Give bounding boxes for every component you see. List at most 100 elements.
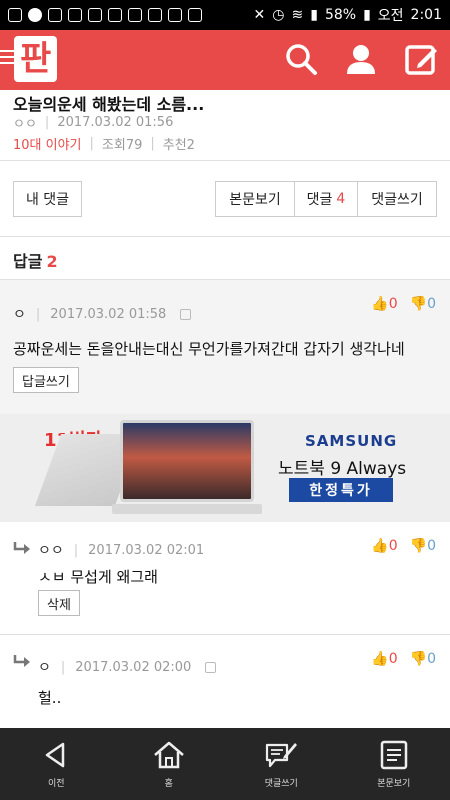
nav-write-comment-label: 댓글쓰기 bbox=[264, 778, 298, 789]
lock-icon bbox=[205, 661, 217, 673]
downvote-count: 0 bbox=[427, 296, 436, 312]
pann-notification-icon bbox=[148, 8, 162, 22]
nav-write-comment[interactable]: 댓글쓰기 bbox=[225, 728, 338, 800]
divider bbox=[0, 160, 450, 161]
downvote-button[interactable]: 👎0 bbox=[410, 651, 436, 667]
reply-item: ㅇ | 2017.03.02 02:00 👍0 👎0 헐.. bbox=[0, 635, 450, 728]
battery-icon: ▮ bbox=[363, 7, 371, 23]
separator: | bbox=[73, 542, 79, 558]
reply-date: 2017.03.02 02:00 bbox=[75, 659, 192, 675]
pann-notification-icon bbox=[188, 8, 202, 22]
separator: | bbox=[60, 659, 66, 675]
reply-author: ㅇㅇ bbox=[38, 543, 64, 559]
nav-back-label: 이전 bbox=[47, 778, 65, 789]
upvote-count: 0 bbox=[388, 538, 398, 554]
laptop-base bbox=[112, 504, 262, 514]
upvote-button[interactable]: 👍0 bbox=[371, 538, 397, 554]
pann-notification-icon bbox=[168, 8, 182, 22]
downvote-count: 0 bbox=[427, 651, 436, 667]
reply-date: 2017.03.02 02:01 bbox=[88, 542, 205, 558]
write-comment-button[interactable]: 댓글쓰기 bbox=[357, 181, 437, 217]
comments-count: 4 bbox=[336, 191, 346, 207]
laptop-image bbox=[120, 420, 254, 502]
upvote-count: 0 bbox=[388, 296, 398, 312]
downvote-button[interactable]: 👎0 bbox=[410, 296, 436, 312]
write-icon[interactable] bbox=[404, 42, 438, 76]
reply-item: ㅇㅇ | 2017.03.02 02:01 👍0 👎0 ㅅㅂ 무섭게 왜그래 삭… bbox=[0, 522, 450, 634]
divider bbox=[0, 236, 450, 237]
comment-date: 2017.03.02 01:58 bbox=[50, 306, 167, 322]
downvote-button[interactable]: 👎0 bbox=[410, 538, 436, 554]
ad-brand: SAMSUNG bbox=[305, 432, 398, 450]
image-icon bbox=[128, 8, 142, 22]
article-title[interactable]: 오늘의운세 해봤는데 소름... bbox=[13, 91, 204, 115]
article-category[interactable]: 10대 이야기 bbox=[13, 134, 82, 153]
wifi-icon: ≋ bbox=[291, 7, 304, 23]
article-author: ㅇㅇ bbox=[13, 117, 37, 132]
reply-text: ㅅㅂ 무섭게 왜그래 bbox=[38, 568, 158, 586]
comment-author: ㅇ bbox=[13, 307, 26, 323]
status-bar: ✕ ◷ ≋ ▮ 58% ▮ 오전 2:01 bbox=[0, 0, 450, 30]
reply-arrow-icon bbox=[13, 655, 30, 667]
main-comment: ㅇ | 2017.03.02 01:58 👍0 👎0 공짜운세는 돈을안내는대신… bbox=[0, 280, 450, 414]
pann-notification-icon bbox=[88, 8, 102, 22]
article-stats: 10대 이야기 | 조회79 | 추천2 bbox=[13, 134, 195, 153]
lock-icon bbox=[180, 308, 192, 320]
comments-button[interactable]: 댓글 4 bbox=[294, 181, 358, 217]
notification-icon bbox=[28, 8, 42, 22]
reply-write-button[interactable]: 답글쓰기 bbox=[13, 367, 79, 393]
nav-home[interactable]: 홈 bbox=[113, 728, 226, 800]
upvote-button[interactable]: 👍0 bbox=[371, 296, 397, 312]
clock: 2:01 bbox=[410, 7, 442, 23]
article-views: 조회79 bbox=[101, 138, 143, 153]
pann-notification-icon bbox=[68, 8, 82, 22]
comment-write-icon bbox=[266, 742, 298, 767]
delete-button[interactable]: 삭제 bbox=[38, 590, 80, 616]
pann-notification-icon bbox=[108, 8, 122, 22]
back-icon bbox=[46, 742, 65, 767]
signal-icon: ▮ bbox=[310, 7, 318, 23]
ad-product: 노트북 9 Always bbox=[278, 459, 407, 479]
time-period: 오전 bbox=[377, 8, 404, 24]
upvote-count: 0 bbox=[388, 651, 398, 667]
menu-icon[interactable] bbox=[0, 50, 14, 66]
alarm-icon: ◷ bbox=[272, 7, 285, 23]
home-icon bbox=[153, 741, 184, 768]
logo[interactable]: 판 bbox=[14, 36, 58, 82]
my-comments-button[interactable]: 내 댓글 bbox=[13, 181, 82, 217]
reply-author: ㅇ bbox=[38, 660, 51, 676]
separator: | bbox=[35, 306, 41, 322]
downvote-count: 0 bbox=[427, 538, 436, 554]
separator: | bbox=[44, 115, 50, 130]
replies-heading: 답글 2 bbox=[13, 248, 58, 272]
search-icon[interactable] bbox=[284, 42, 318, 76]
nav-view-post[interactable]: 본문보기 bbox=[338, 728, 450, 800]
app-icon bbox=[48, 8, 62, 22]
app-header: 판 bbox=[0, 30, 450, 90]
battery-percent: 58% bbox=[324, 7, 357, 23]
separator: | bbox=[89, 136, 94, 151]
mute-icon: ✕ bbox=[253, 7, 266, 23]
message-icon bbox=[8, 8, 22, 22]
comments-label: 댓글 bbox=[306, 192, 333, 208]
separator: | bbox=[150, 136, 155, 151]
article-recommend: 추천2 bbox=[162, 138, 195, 153]
document-icon bbox=[380, 740, 407, 769]
advertisement-banner[interactable]: 11번가 SAMSUNG 노트북 9 Always 한정특가 bbox=[0, 414, 450, 522]
article-meta: ㅇㅇ | 2017.03.02 01:56 bbox=[13, 113, 173, 132]
bottom-navigation: 이전 홈 댓글쓰기 본문보기 bbox=[0, 728, 450, 800]
comment-text: 공짜운세는 돈을안내는대신 무언가를가져간대 갑자기 생각나네 bbox=[13, 340, 405, 358]
reply-text: 헐.. bbox=[38, 689, 62, 707]
nav-view-post-label: 본문보기 bbox=[377, 778, 411, 789]
reply-arrow-icon bbox=[13, 542, 30, 554]
nav-home-label: 홈 bbox=[164, 778, 173, 789]
nav-back[interactable]: 이전 bbox=[0, 728, 113, 800]
view-post-button[interactable]: 본문보기 bbox=[215, 181, 295, 217]
ad-sale-button[interactable]: 한정특가 bbox=[289, 478, 393, 502]
upvote-button[interactable]: 👍0 bbox=[371, 651, 397, 667]
replies-count: 2 bbox=[46, 252, 58, 271]
user-icon[interactable] bbox=[344, 42, 378, 76]
article-date: 2017.03.02 01:56 bbox=[57, 115, 174, 130]
replies-label: 답글 bbox=[13, 252, 43, 271]
page: ✕ ◷ ≋ ▮ 58% ▮ 오전 2:01 판 오늘의운세 해봤는데 소름...… bbox=[0, 0, 450, 800]
